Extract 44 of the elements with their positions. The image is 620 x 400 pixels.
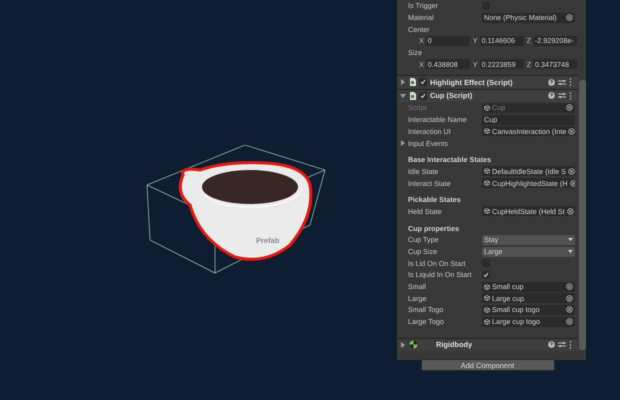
target-icon[interactable] [568, 128, 575, 135]
help-icon[interactable] [548, 78, 555, 86]
sphere-icon [409, 340, 418, 350]
cube-icon [484, 104, 490, 111]
foldout-arrow-icon[interactable] [400, 92, 406, 99]
presets-icon[interactable] [558, 78, 566, 86]
cube-icon [484, 306, 490, 313]
help-icon[interactable] [548, 341, 555, 348]
target-icon[interactable] [566, 14, 573, 22]
caret-icon [568, 250, 573, 254]
checkbox[interactable] [419, 92, 427, 100]
help-icon[interactable] [548, 92, 555, 100]
presets-icon[interactable] [558, 341, 566, 348]
more-icon[interactable] [569, 92, 572, 100]
script-file-icon [409, 92, 416, 100]
checkmark-icon [420, 79, 426, 86]
target-icon[interactable] [566, 318, 573, 326]
target-icon[interactable] [566, 294, 573, 302]
foldout-arrow-icon[interactable] [400, 79, 406, 86]
caret-icon [568, 238, 573, 242]
cube-icon [484, 168, 490, 174]
checkmark-icon [420, 92, 426, 99]
cube-icon [484, 128, 490, 134]
checkbox[interactable] [419, 78, 427, 86]
more-icon[interactable] [569, 78, 572, 86]
more-icon[interactable] [569, 340, 572, 349]
target-icon[interactable] [568, 168, 575, 175]
target-icon[interactable] [566, 208, 574, 215]
presets-icon[interactable] [558, 92, 566, 100]
target-icon[interactable] [566, 104, 573, 112]
checkmark-icon [483, 272, 489, 278]
foldout-arrow-icon[interactable] [400, 140, 406, 146]
scrollbar[interactable] [579, 80, 586, 350]
target-icon[interactable] [566, 306, 573, 314]
foldout-arrow-icon[interactable] [400, 342, 406, 348]
target-icon[interactable] [570, 180, 575, 187]
target-icon[interactable] [566, 283, 573, 290]
checkbox[interactable] [482, 270, 490, 279]
cube-icon [484, 180, 490, 186]
cube-icon [484, 295, 490, 302]
script-file-icon [409, 78, 416, 86]
cube-icon [484, 208, 490, 214]
cube-icon [484, 284, 490, 290]
cube-icon [484, 318, 490, 325]
